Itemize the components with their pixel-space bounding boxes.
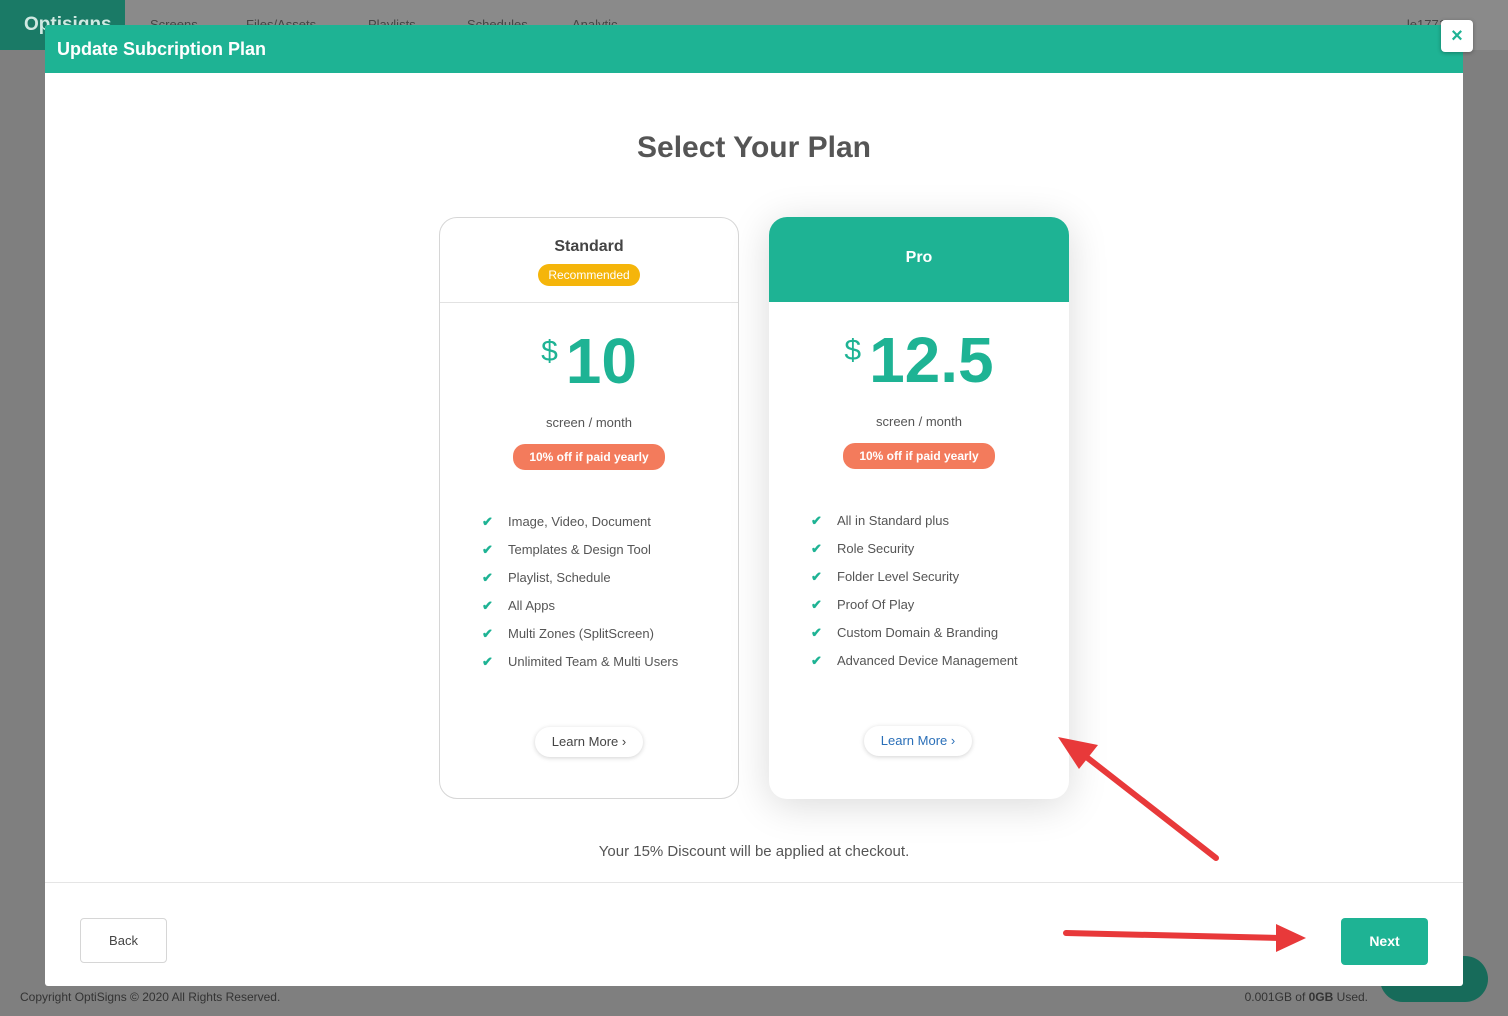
plan-card-header: Standard Recommended xyxy=(440,218,738,303)
footer-divider xyxy=(45,882,1463,883)
storage-usage: 0.001GB of 0GB Used. xyxy=(1244,990,1368,1004)
check-icon: ✔ xyxy=(482,542,493,557)
close-icon[interactable]: × xyxy=(1441,20,1473,52)
price-amount: 12.5 xyxy=(869,324,994,396)
check-icon: ✔ xyxy=(482,570,493,585)
check-icon: ✔ xyxy=(811,513,822,528)
feature-item: ✔ All Apps xyxy=(482,598,555,613)
feature-item: ✔ Unlimited Team & Multi Users xyxy=(482,654,679,669)
next-button[interactable]: Next xyxy=(1341,918,1428,965)
feature-item: ✔ Templates & Design Tool xyxy=(482,542,651,557)
check-icon: ✔ xyxy=(482,598,493,613)
check-icon: ✔ xyxy=(811,541,822,556)
check-icon: ✔ xyxy=(482,514,493,529)
currency-symbol: $ xyxy=(541,335,558,368)
feature-item: ✔ Folder Level Security xyxy=(811,569,960,584)
feature-item: ✔ All in Standard plus xyxy=(811,513,950,528)
check-icon: ✔ xyxy=(482,626,493,641)
yearly-discount-badge: 10% off if paid yearly xyxy=(843,443,995,469)
feature-item: ✔ Proof Of Play xyxy=(811,597,915,612)
plan-price: $10 xyxy=(440,329,738,399)
learn-more-standard-button[interactable]: Learn More › xyxy=(535,727,643,757)
discount-note: Your 15% Discount will be applied at che… xyxy=(598,843,910,860)
recommended-badge: Recommended xyxy=(538,264,640,286)
plan-card-standard[interactable]: Standard Recommended $10 screen / month … xyxy=(439,217,739,799)
plan-name: Pro xyxy=(905,249,933,266)
feature-list: ✔ Image, Video, Document ✔ Templates & Des… xyxy=(482,514,738,682)
plan-card-pro[interactable]: Pro $12.5 screen / month 10% off if paid… xyxy=(769,217,1069,799)
price-amount: 10 xyxy=(565,325,637,397)
check-icon: ✔ xyxy=(811,569,822,584)
select-plan-heading: Select Your Plan xyxy=(637,131,871,164)
feature-item: ✔ Role Security xyxy=(811,541,915,556)
check-icon: ✔ xyxy=(482,654,493,669)
check-icon: ✔ xyxy=(811,597,822,612)
copyright-text: Copyright OptiSigns © 2020 All Rights Re… xyxy=(20,990,281,1004)
feature-item: ✔ Playlist, Schedule xyxy=(482,570,611,585)
plan-name: Standard xyxy=(554,238,624,255)
update-plan-modal: Update Subcription Plan Select Your Plan… xyxy=(45,25,1463,986)
feature-item: ✔ Image, Video, Document xyxy=(482,514,651,529)
price-unit: screen / month xyxy=(876,414,962,429)
yearly-discount-badge: 10% off if paid yearly xyxy=(513,444,665,470)
check-icon: ✔ xyxy=(811,653,822,668)
currency-symbol: $ xyxy=(844,334,862,367)
learn-more-pro-button[interactable]: Learn More › xyxy=(864,726,972,756)
feature-item: ✔ Advanced Device Management xyxy=(811,653,1018,668)
feature-list: ✔ All in Standard plus ✔ Role Security ✔ Fo… xyxy=(811,513,1069,681)
plan-price: $12.5 xyxy=(769,328,1069,398)
price-unit: screen / month xyxy=(546,415,632,430)
modal-title: Update Subcription Plan xyxy=(45,25,1463,73)
feature-item: ✔ Custom Domain & Branding xyxy=(811,625,999,640)
back-button[interactable]: Back xyxy=(80,918,167,963)
plan-card-header: Pro xyxy=(769,217,1069,302)
feature-item: ✔ Multi Zones (SplitScreen) xyxy=(482,626,654,641)
check-icon: ✔ xyxy=(811,625,822,640)
